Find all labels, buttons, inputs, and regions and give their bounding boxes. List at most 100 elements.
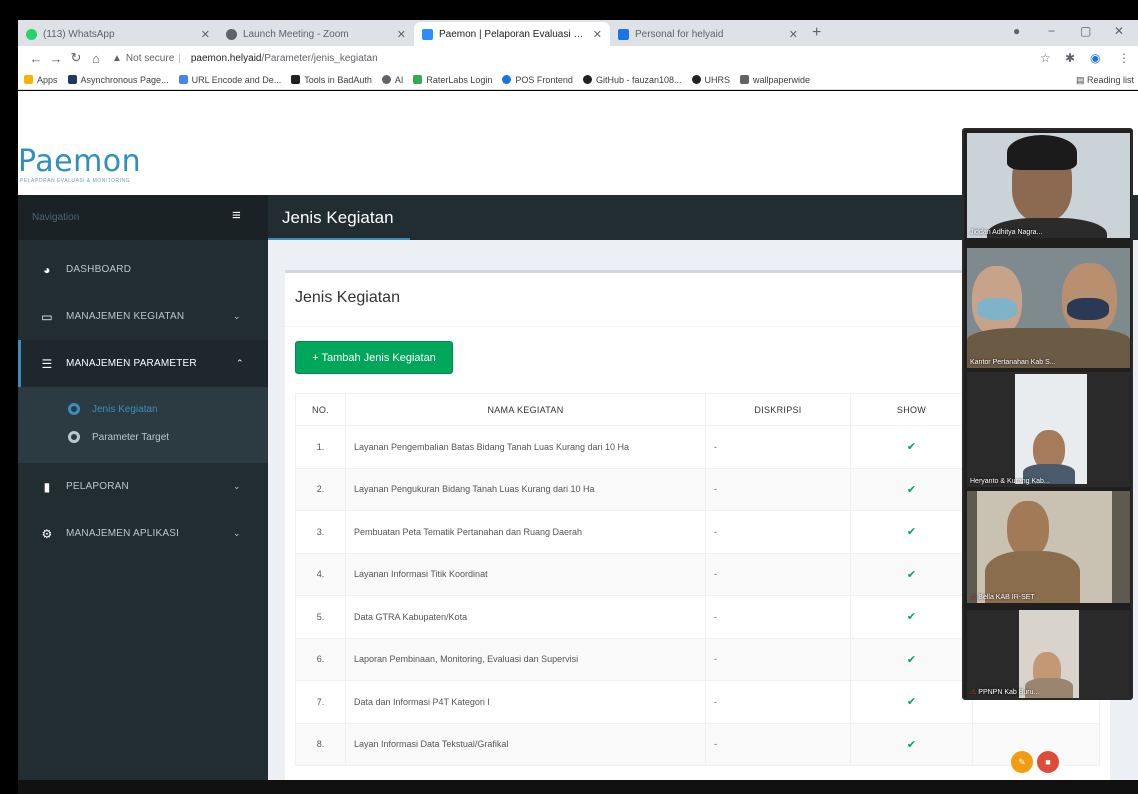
row-nama-kegiatan: Pembuatan Peta Tematik Pertanahan dan Ru… <box>345 510 706 554</box>
sidebar-item-manajemen-kegiatan[interactable]: ▭ MANAJEMEN KEGIATAN ⌄ <box>18 293 268 340</box>
participant-name-text: Heryanto & Kurang Kab... <box>970 478 1050 485</box>
menu-dots-icon[interactable]: ⋮ <box>1118 51 1130 65</box>
circle-icon <box>68 431 80 443</box>
participant-name-text: Jiddan Adhitya Nagra... <box>970 229 1043 236</box>
tab-title: Paemon | Pelaporan Evaluasi & M <box>439 28 587 40</box>
row-number: 7. <box>295 680 346 724</box>
participant-hair <box>1007 135 1077 170</box>
participant-name: ⚠ PPNPN Kab Buru... <box>970 688 1039 696</box>
app-tagline: PELAPORAN EVALUASI & MONITORING <box>20 178 131 184</box>
zoom-favicon-icon <box>618 28 629 40</box>
home-icon[interactable]: ⌂ <box>86 51 106 66</box>
globe-icon <box>226 28 237 40</box>
edit-button[interactable]: ✎ <box>1011 751 1033 773</box>
bookmarks-bar: Apps Asynchronous Page... URL Encode and… <box>18 70 1138 90</box>
sidebar-subitem-jenis-kegiatan[interactable]: Jenis Kegiatan <box>18 395 268 423</box>
reload-icon[interactable]: ↻ <box>66 50 86 66</box>
row-show-check: ✔ <box>850 467 973 511</box>
add-jenis-kegiatan-button[interactable]: + Tambah Jenis Kegiatan <box>295 341 453 374</box>
bookmark-item[interactable]: AI <box>381 74 404 85</box>
extension-icon[interactable]: ✱ <box>1065 51 1075 65</box>
chart-icon: ▮ <box>43 479 51 494</box>
sidebar-item-pelaporan[interactable]: ▮ PELAPORAN ⌄ <box>18 463 268 510</box>
video-tile[interactable]: Heryanto & Kurang Kab... <box>967 372 1130 487</box>
new-tab-button[interactable]: + <box>812 22 821 46</box>
row-number: 6. <box>295 637 346 681</box>
minimize-icon[interactable]: − <box>1048 24 1055 38</box>
maximize-icon[interactable]: ▢ <box>1080 24 1091 38</box>
row-number: 2. <box>295 467 346 511</box>
bookmark-star-icon[interactable]: ☆ <box>1040 51 1051 65</box>
bookmark-item[interactable]: UHRS <box>691 75 730 85</box>
bookmark-item[interactable]: RaterLabs Login <box>413 75 492 85</box>
video-tile[interactable]: Jiddan Adhitya Nagra... <box>967 133 1130 238</box>
warning-icon: ▲ <box>112 52 122 64</box>
chevron-down-icon: ⌄ <box>233 481 241 491</box>
forward-icon[interactable]: → <box>46 51 66 66</box>
participant-name-text: Kantor Pertanahan Kab S... <box>970 359 1056 366</box>
reading-list-button[interactable]: ▤ Reading list <box>1076 75 1134 86</box>
bookmark-item[interactable]: GitHub - fauzan108... <box>582 75 682 85</box>
sidebar-subitem-parameter-target[interactable]: Parameter Target <box>18 423 268 451</box>
url-path: /Parameter/jenis_kegiatan <box>261 52 378 64</box>
row-number: 1. <box>295 425 346 469</box>
close-window-icon[interactable]: ✕ <box>1114 24 1124 38</box>
address-bar[interactable]: ▲ Not secure | paemon.helyaid/Parameter/… <box>112 53 378 64</box>
table-row: 8. Layan Informasi Data Tekstual/Grafikal… <box>295 722 1100 766</box>
video-call-panel[interactable]: Jiddan Adhitya Nagra... Kantor Pertanaha… <box>962 128 1133 700</box>
reading-list-label: Reading list <box>1086 75 1134 85</box>
bookmark-favicon-icon <box>413 75 423 84</box>
bookmark-apps[interactable]: Apps <box>24 75 58 85</box>
bookmark-item[interactable]: Tools in BadAuth <box>291 75 372 85</box>
video-tile[interactable]: Kantor Pertanahan Kab S... <box>967 248 1130 368</box>
tab-title: Personal for helyaid <box>635 28 724 40</box>
close-tab-icon[interactable]: ✕ <box>397 28 406 41</box>
participant-name: Heryanto & Kurang Kab... <box>970 478 1050 485</box>
globe-icon <box>381 75 391 84</box>
taskbar-strip <box>18 780 1138 794</box>
video-tile[interactable]: ⚠ Bella KAB IR-SET <box>967 491 1130 603</box>
bookmark-item[interactable]: wallpaperwide <box>740 75 810 85</box>
bookmark-label: URL Encode and De... <box>191 74 282 85</box>
hamburger-menu-icon[interactable]: ≡ <box>232 207 241 224</box>
row-actions: ✎ ■ <box>1011 751 1059 773</box>
app-logo[interactable]: Paemon <box>18 144 141 179</box>
screen: (113) WhatsApp ✕ Launch Meeting - Zoom ✕… <box>0 0 1138 794</box>
row-show-check: ✔ <box>850 510 973 554</box>
chevron-down-icon: ⌄ <box>233 311 241 321</box>
sidebar-item-manajemen-parameter[interactable]: ☰ MANAJEMEN PARAMETER ⌃ <box>18 340 268 387</box>
row-diskripsi: - <box>705 595 851 639</box>
delete-button[interactable]: ■ <box>1037 751 1059 773</box>
bookmark-favicon-icon <box>291 75 301 84</box>
row-nama-kegiatan: Data dan Informasi P4T Kategori I <box>345 680 706 724</box>
browser-tab[interactable]: Launch Meeting - Zoom ✕ <box>218 22 414 46</box>
mask-shape <box>977 298 1017 320</box>
url-host: paemon.helyaid <box>190 52 262 64</box>
close-tab-icon[interactable]: ✕ <box>593 28 602 41</box>
reading-list-icon: ▤ <box>1075 75 1087 85</box>
close-tab-icon[interactable]: ✕ <box>789 28 798 41</box>
browser-tab[interactable]: Personal for helyaid ✕ <box>610 22 806 46</box>
bookmark-favicon-icon <box>691 75 701 84</box>
participant-name: ⚠ Bella KAB IR-SET <box>970 593 1035 601</box>
video-tile[interactable]: ⚠ PPNPN Kab Buru... <box>967 610 1130 698</box>
bookmark-label: AI <box>394 74 404 85</box>
bookmark-favicon-icon <box>178 75 188 84</box>
row-number: 5. <box>295 595 346 639</box>
bookmark-label: Asynchronous Page... <box>80 74 169 85</box>
participant-name-text: PPNPN Kab Buru... <box>978 689 1040 696</box>
row-nama-kegiatan: Data GTRA Kabupaten/Kota <box>345 595 706 639</box>
bookmark-item[interactable]: POS Frontend <box>502 75 573 85</box>
browser-tab[interactable]: (113) WhatsApp ✕ <box>18 22 218 46</box>
extension-shield-icon[interactable]: ◉ <box>1090 51 1100 65</box>
bookmark-item[interactable]: Asynchronous Page... <box>67 74 169 85</box>
browser-tab-active[interactable]: Paemon | Pelaporan Evaluasi & M ✕ <box>414 22 610 46</box>
close-tab-icon[interactable]: ✕ <box>201 28 210 41</box>
browser-tab-bar: (113) WhatsApp ✕ Launch Meeting - Zoom ✕… <box>18 20 1138 46</box>
back-icon[interactable]: ← <box>26 51 46 66</box>
bookmark-item[interactable]: URL Encode and De... <box>178 74 282 85</box>
sidebar-item-dashboard[interactable]: ◕ DASHBOARD <box>18 246 268 293</box>
profile-icon[interactable]: ● <box>1013 24 1020 38</box>
tab-title: (113) WhatsApp <box>43 28 115 40</box>
sidebar-item-manajemen-aplikasi[interactable]: ⚙ MANAJEMEN APLIKASI ⌄ <box>18 510 268 557</box>
